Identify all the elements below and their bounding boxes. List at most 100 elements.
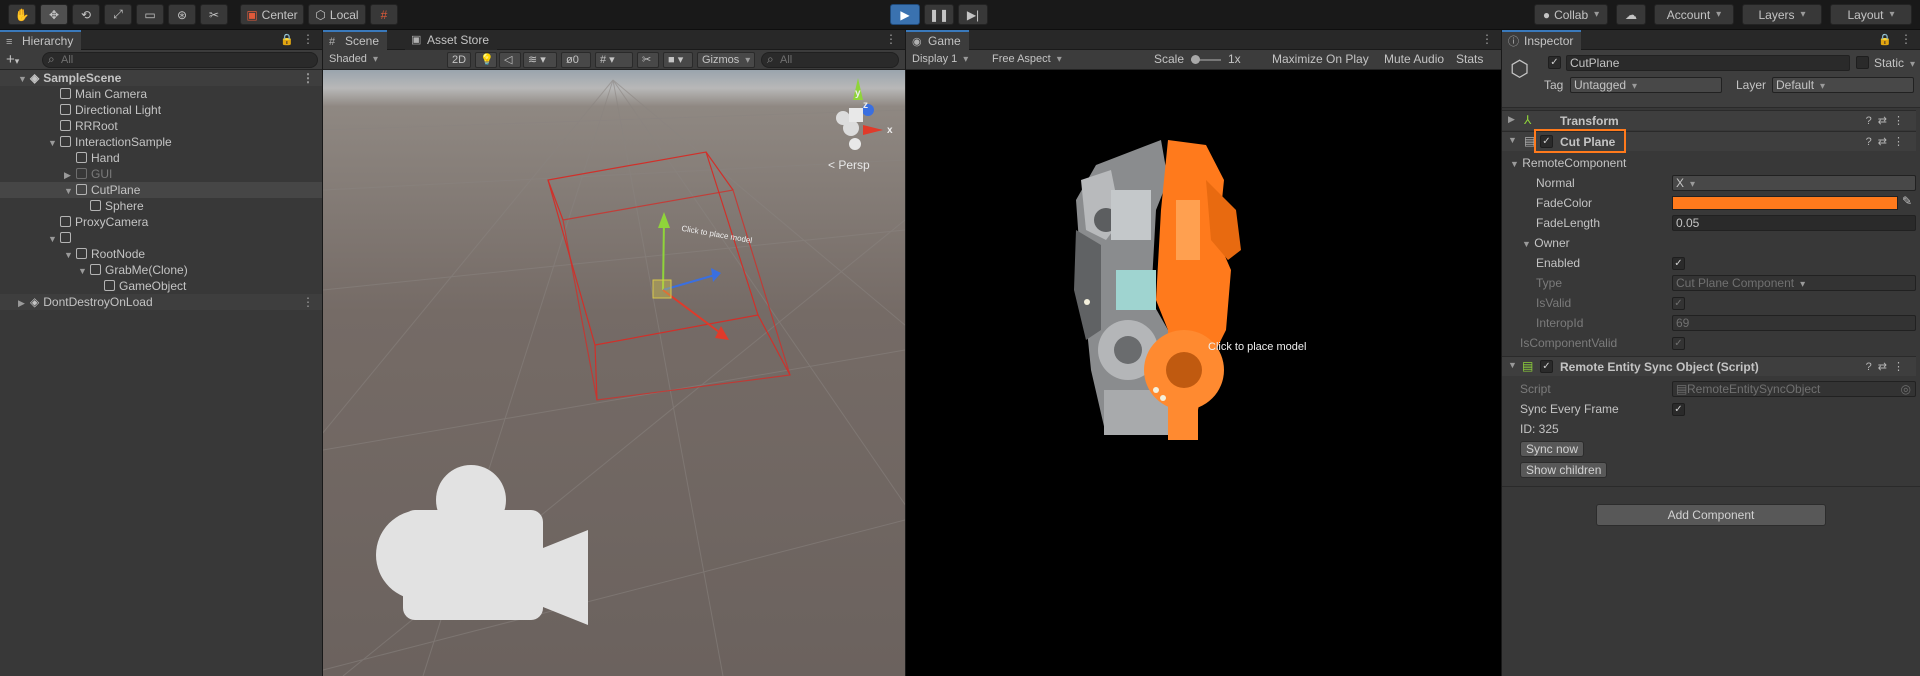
gizmos-dropdown[interactable]: Gizmos xyxy=(697,52,755,68)
list-item-samplescene[interactable]: ▼ ◈ SampleScene ⋮ xyxy=(0,70,322,86)
toggle-2d-button[interactable]: 2D xyxy=(447,52,471,68)
more-icon[interactable]: ⋮ xyxy=(302,294,314,310)
tab-game[interactable]: ◉ Game xyxy=(906,30,969,50)
panel-menu-icon[interactable]: ⋮ xyxy=(1900,32,1912,46)
component-header-icons[interactable]: ?⇄⋮ xyxy=(1866,135,1910,148)
cloud-button[interactable]: ☁ xyxy=(1616,4,1646,25)
rect-tool-button[interactable]: ▭ xyxy=(136,4,164,25)
scale-slider-thumb[interactable] xyxy=(1191,55,1200,64)
grid-dropdown[interactable]: # ▾ xyxy=(595,52,633,68)
expand-arrow-icon: ▼ xyxy=(48,234,57,244)
snap-button[interactable]: # xyxy=(370,4,398,25)
mute-audio-toggle[interactable]: Mute Audio xyxy=(1384,52,1444,66)
rotate-tool-button[interactable]: ⟲ xyxy=(72,4,100,25)
transform-component-header[interactable]: ▶ ⅄ Transform ?⇄⋮ xyxy=(1502,110,1916,130)
sync-now-button[interactable]: Sync now xyxy=(1520,441,1585,457)
fadelength-value: 0.05 xyxy=(1676,216,1700,230)
list-item-directional-light[interactable]: Directional Light xyxy=(0,102,322,118)
account-dropdown[interactable]: Account xyxy=(1654,4,1734,25)
more-icon[interactable]: ⋮ xyxy=(302,70,314,86)
effects-dropdown[interactable]: ≋ ▾ xyxy=(523,52,557,68)
tag-dropdown[interactable]: Untagged xyxy=(1570,77,1722,93)
fadelength-field[interactable]: 0.05 xyxy=(1672,215,1916,231)
eyedropper-icon[interactable]: ✎ xyxy=(1902,194,1912,208)
panel-menu-icon[interactable]: ⋮ xyxy=(885,32,897,46)
shading-dropdown[interactable]: Shaded xyxy=(325,52,441,68)
scene-viewport[interactable]: y z x < Persp Click to place model xyxy=(323,70,905,676)
add-component-button[interactable]: Add Component xyxy=(1596,504,1826,526)
stats-toggle[interactable]: Stats xyxy=(1456,52,1483,66)
pivot-local-button[interactable]: ⬡ Local xyxy=(308,4,366,25)
list-item-proxycamera[interactable]: ProxyCamera xyxy=(0,214,322,230)
enabled-checkbox[interactable]: ✓ xyxy=(1672,257,1685,270)
aspect-dropdown[interactable]: Free Aspect xyxy=(988,52,1148,68)
custom-tool-button[interactable]: ✂ xyxy=(200,4,228,25)
sync-component-header[interactable]: ▼ ▤ ✓ Remote Entity Sync Object (Script)… xyxy=(1502,356,1916,376)
normal-dropdown[interactable]: X xyxy=(1672,175,1916,191)
hierarchy-search-input[interactable]: All xyxy=(42,52,318,68)
cutplane-component-header[interactable]: ▼ ▤ ✓ Cut Plane ?⇄⋮ xyxy=(1502,129,1916,153)
transform-tool-button[interactable]: ⊛ xyxy=(168,4,196,25)
list-item-gui[interactable]: ▶ GUI xyxy=(0,166,322,182)
tools-toggle[interactable]: ✂ xyxy=(637,52,659,68)
show-children-button[interactable]: Show children xyxy=(1520,462,1608,478)
sync-every-frame-checkbox[interactable]: ✓ xyxy=(1672,403,1685,416)
fadecolor-swatch[interactable] xyxy=(1672,196,1898,210)
layers-dropdown[interactable]: Layers xyxy=(1742,4,1822,25)
object-active-checkbox[interactable]: ✓ xyxy=(1548,56,1561,69)
lighting-toggle[interactable]: 💡 xyxy=(475,52,497,68)
tab-inspector[interactable]: ⓘ Inspector xyxy=(1502,30,1582,50)
owner-foldout[interactable]: ▼ Owner xyxy=(1522,234,1570,252)
scale-tool-button[interactable]: ⤢ xyxy=(104,4,132,25)
collab-dropdown[interactable]: ● Collab xyxy=(1534,4,1608,25)
panel-menu-icon[interactable]: ⋮ xyxy=(302,32,314,46)
play-button[interactable]: ▶ xyxy=(890,4,920,25)
display-dropdown[interactable]: Display 1 xyxy=(908,52,986,68)
object-name-field[interactable]: CutPlane xyxy=(1566,55,1850,71)
tab-hierarchy[interactable]: ≡ Hierarchy xyxy=(0,30,82,50)
panel-menu-icon[interactable]: ⋮ xyxy=(1481,32,1493,46)
static-checkbox[interactable] xyxy=(1856,56,1869,69)
list-item-sphere[interactable]: Sphere xyxy=(0,198,322,214)
hand-tool-button[interactable]: ✋ xyxy=(8,4,36,25)
add-object-button[interactable]: +▾ xyxy=(6,51,19,68)
sync-enabled-checkbox[interactable]: ✓ xyxy=(1540,360,1553,373)
cutplane-enabled-checkbox[interactable]: ✓ xyxy=(1540,135,1553,148)
persp-label[interactable]: < Persp xyxy=(828,158,870,172)
hidden-objects-toggle[interactable]: ø0 xyxy=(561,52,591,68)
remote-component-foldout[interactable]: ▼ RemoteComponent xyxy=(1510,154,1626,172)
layout-dropdown[interactable]: Layout xyxy=(1830,4,1912,25)
lock-icon[interactable]: 🔒 xyxy=(1878,33,1892,46)
camera-dropdown[interactable]: ■ ▾ xyxy=(663,52,693,68)
list-item-unnamed[interactable]: ▼ xyxy=(0,230,322,246)
axis-z-label: z xyxy=(863,100,868,111)
pivot-center-button[interactable]: ▣ Center xyxy=(240,4,304,25)
list-item-hand[interactable]: Hand xyxy=(0,150,322,166)
component-header-icons[interactable]: ?⇄⋮ xyxy=(1866,114,1910,127)
list-item-rootnode[interactable]: ▼ RootNode xyxy=(0,246,322,262)
move-tool-button[interactable]: ✥ xyxy=(40,4,68,25)
list-item-grabme[interactable]: ▼ GrabMe(Clone) xyxy=(0,262,322,278)
maximize-on-play-toggle[interactable]: Maximize On Play xyxy=(1272,52,1369,66)
gameobject-icon xyxy=(60,136,71,147)
lock-icon[interactable]: 🔒 xyxy=(280,33,294,46)
list-item-gameobject[interactable]: GameObject xyxy=(0,278,322,294)
list-item-rrroot[interactable]: RRRoot xyxy=(0,118,322,134)
scene-search-input[interactable]: All xyxy=(761,52,899,68)
static-dropdown[interactable]: Static xyxy=(1874,56,1915,70)
list-item-dontdestroyonload[interactable]: ▶ ◈ DontDestroyOnLoad ⋮ xyxy=(0,294,322,310)
layers-label: Layers xyxy=(1758,7,1795,22)
scene-tab-label: Scene xyxy=(345,34,380,48)
gameobject-icon[interactable]: ⬡ xyxy=(1510,56,1529,82)
step-button[interactable]: ▶| xyxy=(958,4,988,25)
game-viewport[interactable]: Click to place model xyxy=(906,70,1501,676)
list-item-main-camera[interactable]: Main Camera xyxy=(0,86,322,102)
list-item-interactionsample[interactable]: ▼ InteractionSample xyxy=(0,134,322,150)
layer-dropdown[interactable]: Default xyxy=(1772,77,1914,93)
tab-asset-store[interactable]: ▣ Asset Store xyxy=(405,30,498,50)
list-item-cutplane[interactable]: ▼ CutPlane xyxy=(0,182,322,198)
tab-scene[interactable]: # Scene xyxy=(323,30,388,50)
component-header-icons[interactable]: ?⇄⋮ xyxy=(1866,360,1910,373)
audio-toggle[interactable]: ◁ xyxy=(499,52,521,68)
pause-button[interactable]: ❚❚ xyxy=(924,4,954,25)
